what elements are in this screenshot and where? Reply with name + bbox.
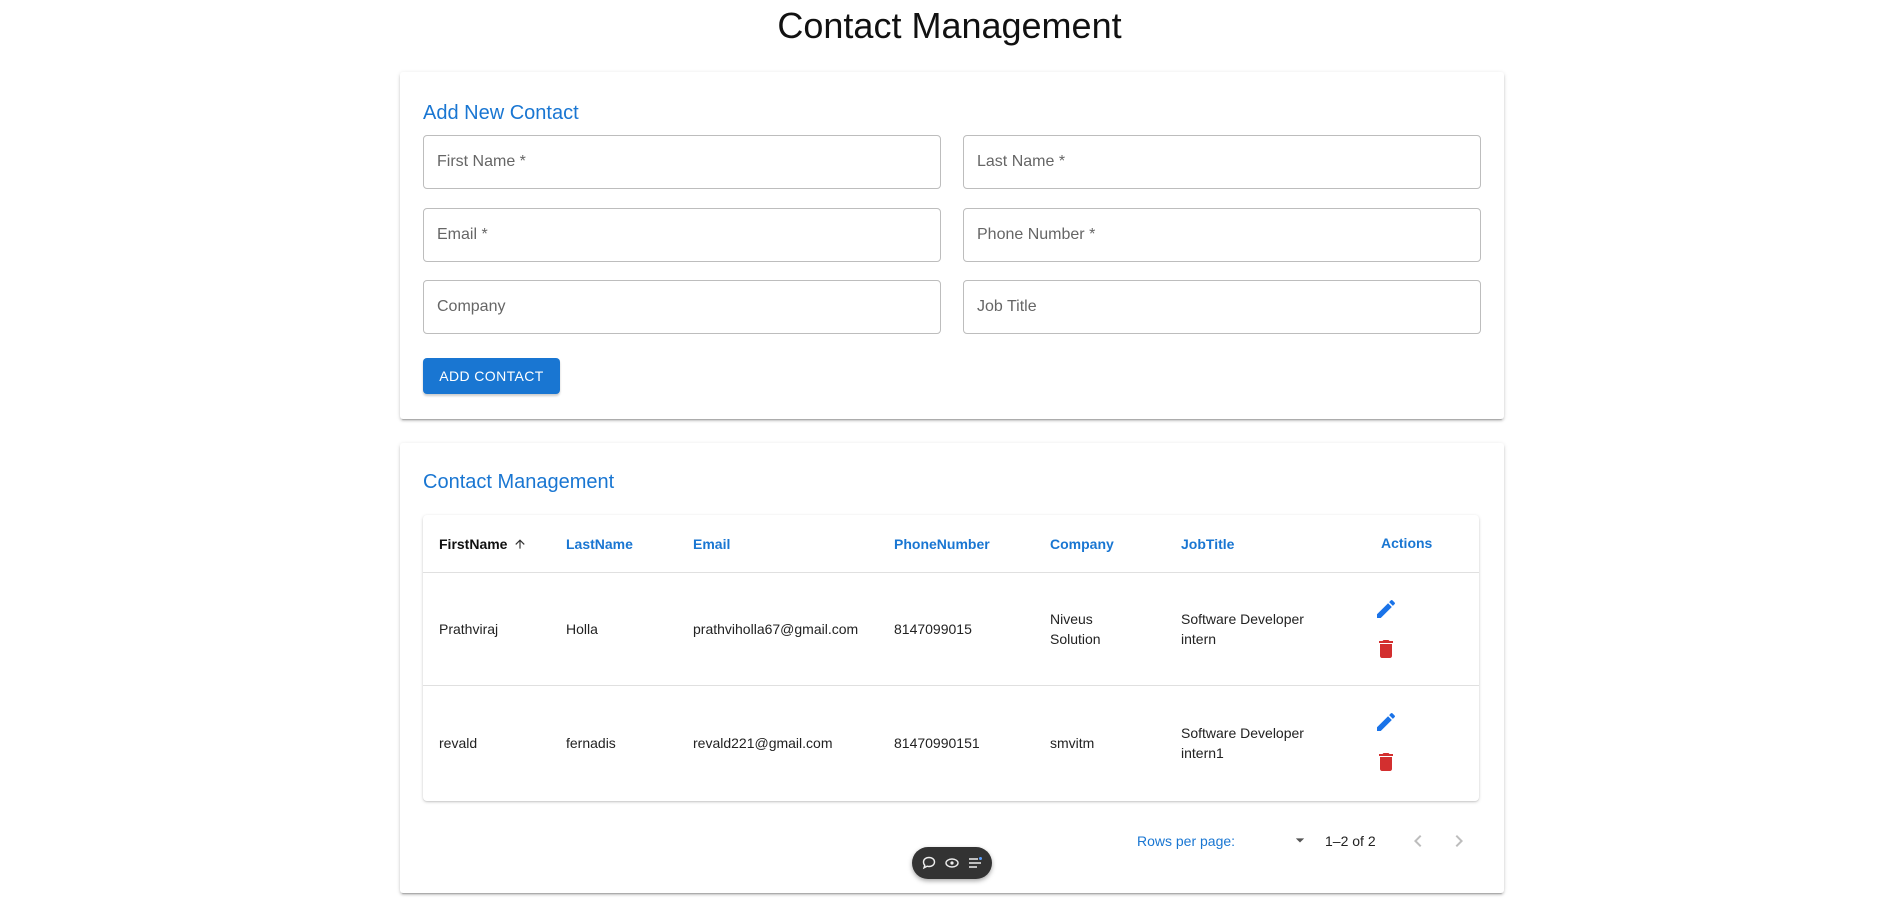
- last-name-field[interactable]: [963, 135, 1481, 189]
- floating-toolbar: [912, 847, 992, 879]
- first-name-field[interactable]: [423, 135, 941, 189]
- table-header: FirstName LastName Email PhoneNumber Com…: [423, 515, 1479, 573]
- caret-down-icon: [1290, 830, 1310, 853]
- email-field[interactable]: [423, 208, 941, 262]
- eye-icon[interactable]: [944, 855, 960, 871]
- contacts-title: Contact Management: [423, 471, 615, 493]
- list-icon[interactable]: [967, 855, 983, 871]
- trash-icon[interactable]: [1374, 637, 1398, 661]
- column-header-jobtitle[interactable]: JobTitle: [1181, 536, 1234, 552]
- job-title-input[interactable]: [964, 281, 1480, 333]
- arrow-up-icon: [513, 537, 527, 554]
- rows-per-page-label: Rows per page:: [1137, 833, 1236, 849]
- column-header-lastname[interactable]: LastName: [566, 536, 633, 552]
- company-input[interactable]: [424, 281, 940, 333]
- column-header-firstname[interactable]: FirstName: [439, 536, 527, 554]
- cell-last-name: Holla: [566, 621, 598, 637]
- add-contact-card: Add New Contact ADD CONTACT: [400, 72, 1504, 419]
- phone-field[interactable]: [963, 208, 1481, 262]
- column-header-actions: Actions: [1381, 535, 1433, 551]
- first-name-input[interactable]: [424, 136, 940, 188]
- table-row: Prathviraj Holla prathviholla67@gmail.co…: [423, 573, 1479, 686]
- pagination-range: 1–2 of 2: [1325, 833, 1376, 849]
- add-contact-button[interactable]: ADD CONTACT: [423, 358, 560, 394]
- rows-per-page-select[interactable]: [1270, 827, 1310, 853]
- job-title-field[interactable]: [963, 280, 1481, 334]
- cell-company: Niveus Solution: [1050, 611, 1101, 647]
- table-row: revald fernadis revald221@gmail.com 8147…: [423, 686, 1479, 799]
- add-contact-title: Add New Contact: [423, 102, 579, 124]
- previous-page-icon[interactable]: [1406, 829, 1430, 853]
- next-page-icon[interactable]: [1447, 829, 1471, 853]
- cell-email: revald221@gmail.com: [693, 734, 833, 751]
- column-header-label: FirstName: [439, 536, 508, 552]
- cell-phone: 81470990151: [894, 734, 980, 751]
- chat-bubble-icon[interactable]: [921, 855, 937, 871]
- cell-company: smvitm: [1050, 734, 1095, 751]
- pencil-icon[interactable]: [1374, 710, 1398, 734]
- column-header-email[interactable]: Email: [693, 536, 730, 552]
- last-name-input[interactable]: [964, 136, 1480, 188]
- cell-first-name: revald: [439, 734, 478, 751]
- cell-first-name: Prathviraj: [439, 621, 499, 637]
- page-title: Contact Management: [777, 5, 1122, 46]
- cell-job-title: Software Developer intern1: [1181, 724, 1304, 761]
- column-header-phonenumber[interactable]: PhoneNumber: [894, 536, 990, 552]
- pencil-icon[interactable]: [1374, 597, 1398, 621]
- company-field[interactable]: [423, 280, 941, 334]
- trash-icon[interactable]: [1374, 750, 1398, 774]
- contacts-table: FirstName LastName Email PhoneNumber Com…: [423, 515, 1479, 801]
- phone-input[interactable]: [964, 209, 1480, 261]
- cell-job-title: Software Developer intern: [1181, 611, 1304, 647]
- column-header-company[interactable]: Company: [1050, 536, 1114, 552]
- cell-phone: 8147099015: [894, 621, 972, 637]
- cell-last-name: fernadis: [566, 734, 616, 751]
- contacts-card: Contact Management FirstName LastName Em…: [400, 443, 1504, 893]
- email-input[interactable]: [424, 209, 940, 261]
- cell-email: prathviholla67@gmail.com: [693, 621, 859, 637]
